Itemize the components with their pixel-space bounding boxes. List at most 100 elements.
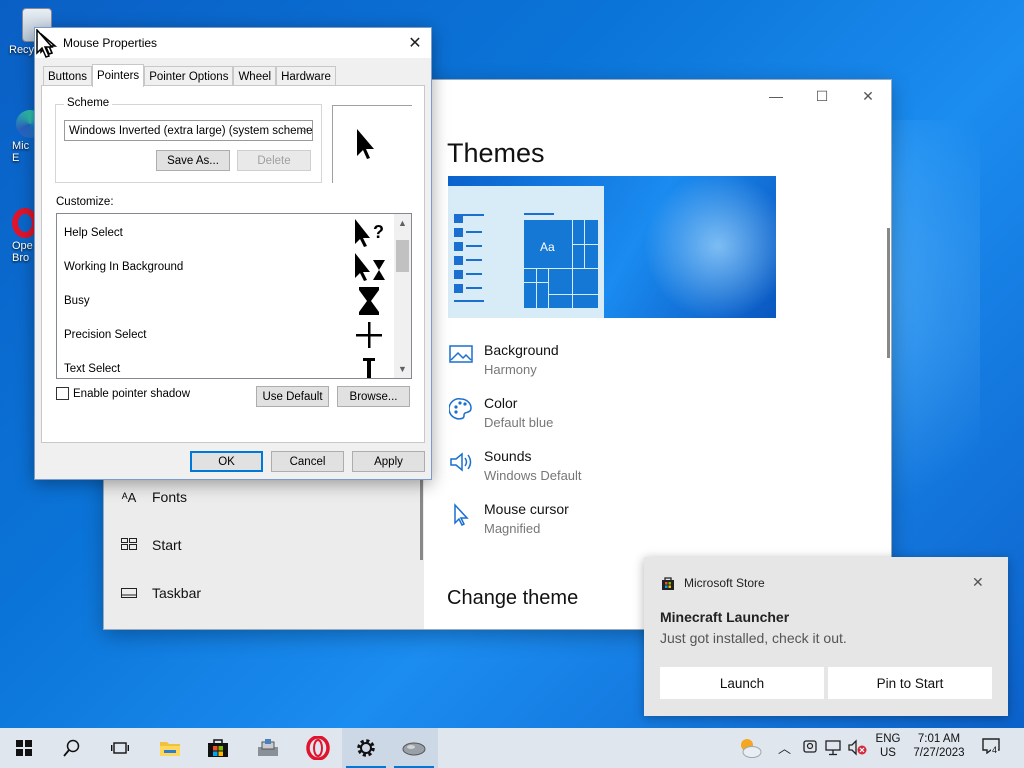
nav-item-taskbar[interactable]: Taskbar [120, 578, 201, 608]
sounds-title: Sounds [484, 448, 532, 464]
installer-app-button[interactable] [244, 728, 292, 768]
preview-line [466, 259, 482, 261]
ok-button[interactable]: OK [190, 451, 263, 472]
search-icon [63, 739, 80, 757]
chevron-up-icon[interactable]: ︿ [778, 738, 791, 757]
pointer-name: Precision Select [64, 329, 147, 341]
mouse-properties-taskbar-button[interactable] [390, 728, 438, 768]
file-explorer-button[interactable] [146, 728, 194, 768]
themes-content: Themes Aa Background Harmony Color Defau… [447, 80, 887, 629]
launch-button[interactable]: Launch [660, 667, 824, 699]
scheme-value: Windows Inverted (extra large) (system s… [69, 124, 313, 137]
taskbar-icon [120, 586, 138, 601]
browse-button[interactable]: Browse... [337, 386, 410, 407]
content-scrollbar[interactable] [887, 228, 890, 358]
theme-preview: Aa [448, 176, 776, 318]
pin-to-start-button[interactable]: Pin to Start [828, 667, 992, 699]
pointer-name: Help Select [64, 227, 123, 239]
tab-hardware[interactable]: Hardware [276, 66, 336, 87]
clock-date: 7/27/2023 [913, 747, 965, 759]
pointer-name: Busy [64, 295, 90, 307]
network-icon[interactable] [825, 740, 841, 756]
preview-line [454, 300, 484, 302]
picture-icon [449, 344, 473, 368]
installer-icon [258, 739, 278, 756]
preview-line [524, 213, 554, 215]
nav-item-start[interactable]: Start [120, 530, 182, 560]
background-value: Harmony [484, 362, 537, 377]
pointer-list[interactable]: Help Select ? Working In Background Busy… [56, 213, 412, 379]
nav-scrollbar[interactable] [420, 480, 423, 560]
color-title: Color [484, 395, 518, 411]
mouse-icon [402, 742, 426, 756]
working-cursor-icon [355, 253, 385, 281]
text-cursor-icon [363, 358, 375, 378]
meet-now-icon[interactable] [803, 740, 817, 756]
list-item[interactable]: Precision Select [57, 318, 395, 352]
settings-taskbar-button[interactable] [342, 728, 390, 768]
nav-item-label: Fonts [152, 489, 188, 505]
pointer-shadow-checkbox[interactable] [56, 387, 69, 400]
tile-divider [572, 244, 598, 245]
use-default-button[interactable]: Use Default [256, 386, 329, 407]
taskbar: ︿ ENG US 7:01 AM 7/27/2023 4 [0, 728, 1024, 768]
gear-icon [357, 739, 375, 757]
nav-item-fonts[interactable]: ᴬA Fonts [120, 482, 187, 512]
preview-list-marker [454, 284, 463, 293]
tile-divider [536, 268, 537, 308]
list-item[interactable]: Help Select ? [57, 216, 395, 250]
list-item[interactable]: Busy [57, 284, 395, 318]
preview-list-marker [454, 228, 463, 237]
task-view-button[interactable] [96, 728, 144, 768]
crosshair-cursor-icon [356, 322, 382, 348]
delete-button[interactable]: Delete [237, 150, 311, 171]
microsoft-store-button[interactable] [194, 728, 242, 768]
list-item[interactable]: Working In Background [57, 250, 395, 284]
fonts-icon: ᴬA [121, 489, 137, 505]
tab-wheel[interactable]: Wheel [233, 66, 277, 87]
palette-icon [448, 397, 473, 421]
pointer-shadow-option[interactable]: Enable pointer shadow [56, 387, 190, 400]
background-title: Background [484, 342, 559, 358]
tab-pointers[interactable]: Pointers [92, 64, 145, 87]
save-as-button[interactable]: Save As... [156, 150, 230, 171]
preview-tiles [524, 220, 598, 308]
clock[interactable]: 7:01 AM 7/27/2023 [908, 733, 970, 759]
preview-line [466, 287, 482, 289]
close-icon[interactable]: ✕ [972, 574, 984, 591]
preview-line [466, 273, 482, 275]
input-language[interactable]: ENG US [872, 733, 904, 759]
apply-button[interactable]: Apply [352, 451, 425, 472]
cancel-button[interactable]: Cancel [271, 451, 344, 472]
clock-time: 7:01 AM [917, 733, 961, 745]
search-button[interactable] [48, 728, 96, 768]
store-icon [662, 577, 674, 590]
scroll-down-icon[interactable]: ▼ [394, 361, 411, 377]
change-theme-heading: Change theme [447, 587, 579, 609]
weather-icon[interactable] [738, 736, 762, 760]
mouse-properties-dialog: Mouse Properties ✕ Buttons Pointers Poin… [34, 27, 432, 480]
dialog-titlebar[interactable]: Mouse Properties ✕ [35, 28, 431, 58]
scroll-up-icon[interactable]: ▲ [394, 215, 411, 231]
opera-button[interactable] [294, 728, 342, 768]
start-button[interactable] [0, 728, 48, 768]
volume-muted-icon[interactable] [848, 739, 868, 757]
scheme-dropdown[interactable]: Windows Inverted (extra large) (system s… [64, 120, 313, 141]
pointer-list-scrollbar[interactable]: ▲ ▼ [394, 214, 411, 378]
tab-pointer-options[interactable]: Pointer Options [144, 66, 234, 87]
cursor-icon [449, 503, 473, 527]
preview-list-marker [454, 270, 463, 279]
toast-notification[interactable]: Microsoft Store ✕ Minecraft Launcher Jus… [644, 557, 1008, 716]
sounds-value: Windows Default [484, 468, 582, 483]
toast-body: Just got installed, check it out. [660, 630, 847, 646]
list-item[interactable]: Text Select [57, 352, 395, 378]
dialog-close-button[interactable]: ✕ [399, 28, 431, 58]
pointer-name: Working In Background [64, 261, 184, 273]
arrow-cursor-icon [357, 129, 374, 159]
opera-icon [306, 736, 330, 760]
scrollbar-thumb[interactable] [396, 240, 409, 272]
notification-count: 4 [991, 745, 999, 755]
action-center-button[interactable]: 4 [982, 738, 1004, 758]
tab-buttons[interactable]: Buttons [43, 66, 92, 87]
folder-icon [160, 742, 180, 756]
